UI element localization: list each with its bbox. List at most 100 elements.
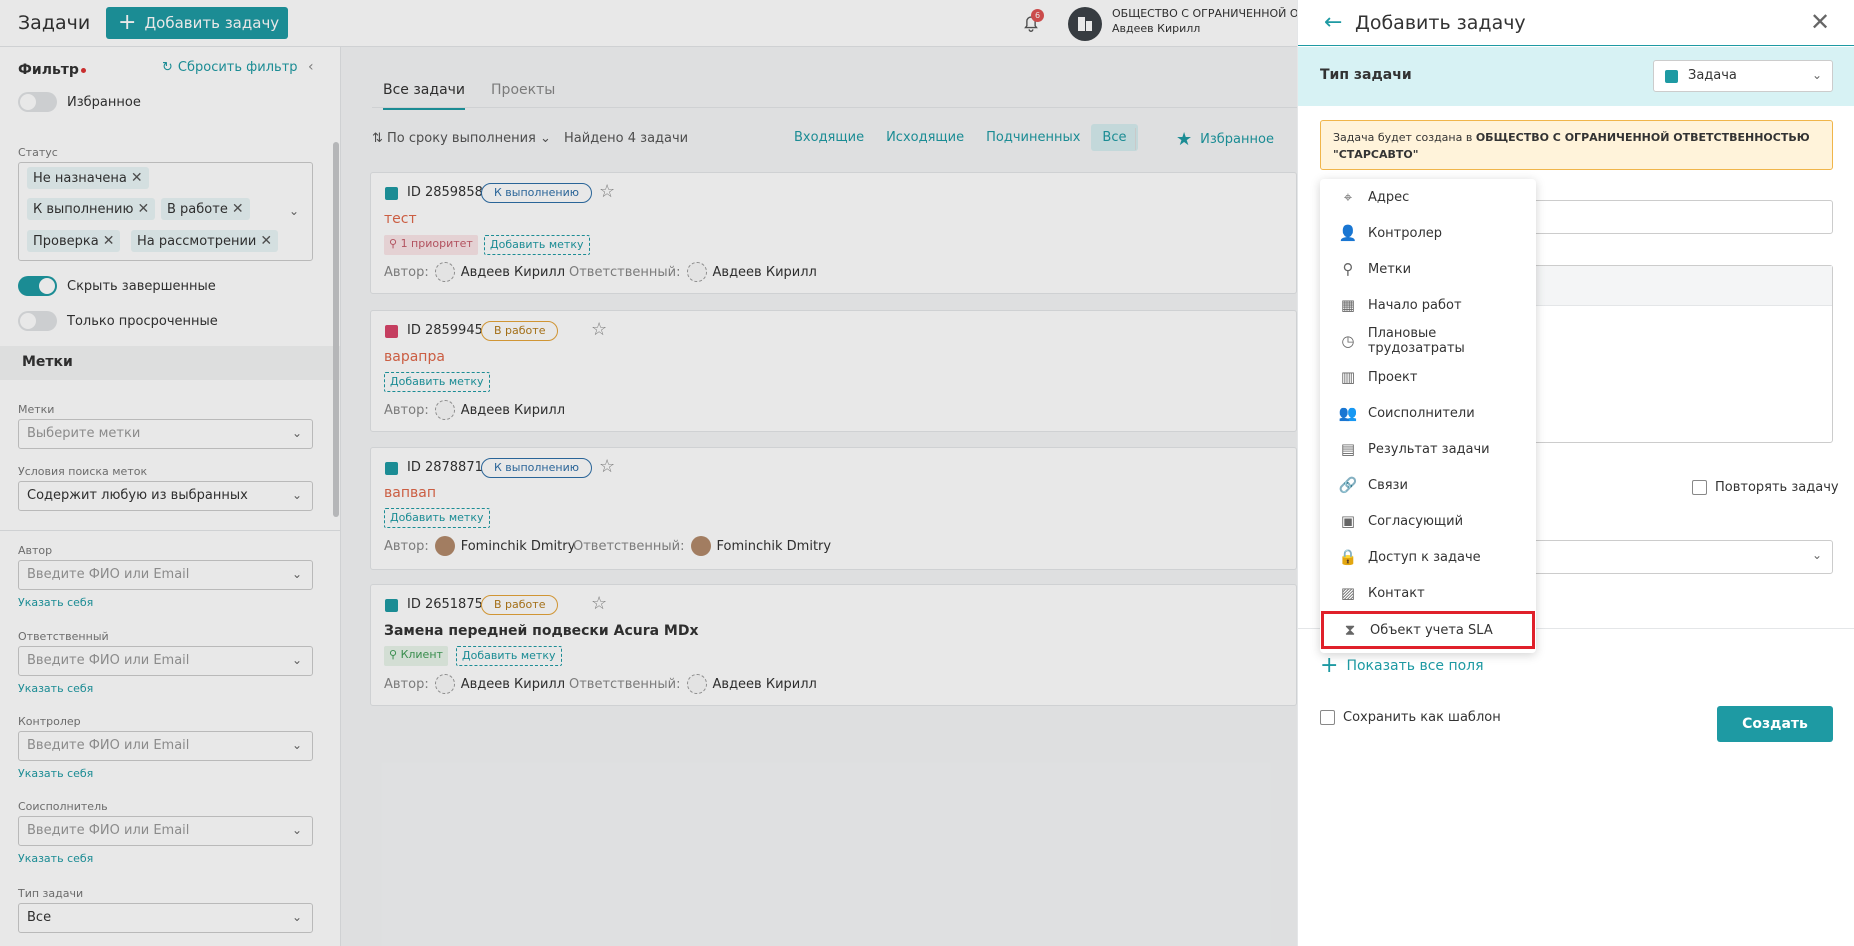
status-chip: На рассмотрении ✕	[131, 230, 279, 252]
favorites-toggle[interactable]	[18, 92, 57, 112]
add-tag-button[interactable]: Добавить метку	[384, 508, 490, 528]
menu-item-coexecutors[interactable]: 👥 Соисполнители	[1320, 395, 1536, 431]
star-icon[interactable]: ☆	[591, 593, 607, 614]
found-count: Найдено 4 задачи	[564, 131, 689, 146]
add-task-button[interactable]: + Добавить задачу	[106, 7, 288, 39]
menu-item-approver[interactable]: ▣ Согласующий	[1320, 503, 1536, 539]
add-tag-button[interactable]: Добавить метку	[484, 235, 590, 255]
reset-filter-link[interactable]: ↻ Сбросить фильтр	[162, 60, 298, 75]
sort-dropdown[interactable]: ⇅ По сроку выполнения ⌄	[372, 131, 551, 146]
status-badge: К выполнению	[481, 458, 592, 478]
save-template-checkbox[interactable]: Сохранить как шаблон	[1320, 710, 1501, 725]
segment-incoming[interactable]: Входящие	[783, 124, 875, 151]
checkbox[interactable]	[1692, 480, 1707, 495]
author-label: Автор	[18, 544, 53, 557]
tab-projects[interactable]: Проекты	[491, 82, 555, 110]
menu-item-sla-object[interactable]: ⧗ Объект учета SLA	[1321, 611, 1535, 649]
hide-done-toggle[interactable]	[18, 276, 57, 296]
star-icon[interactable]: ☆	[599, 181, 615, 202]
close-icon[interactable]: ✕	[232, 201, 244, 217]
task-type-label: Тип задачи	[1320, 67, 1412, 83]
responsible-select[interactable]: Введите ФИО или Email ⌄	[18, 646, 313, 676]
status-multiselect[interactable]: Не назначена ✕ К выполнению ✕ В работе ✕ Пр…	[18, 162, 313, 261]
menu-item-planned-effort[interactable]: ◷ Плановые трудозатраты	[1320, 323, 1536, 359]
task-id: ID 2859858	[407, 185, 483, 200]
menu-item-controller[interactable]: 👤 Контролер	[1320, 215, 1536, 251]
task-card[interactable]: ID 2859858 К выполнению ☆ тест ⚲ 1 приор…	[370, 172, 1297, 294]
menu-item-address[interactable]: ⌖ Адрес	[1320, 179, 1536, 215]
repeat-task-checkbox[interactable]: Повторять задачу	[1692, 480, 1839, 495]
controller-select[interactable]: Введите ФИО или Email ⌄	[18, 731, 313, 761]
task-type-select[interactable]: Задача ⌄	[1653, 60, 1833, 92]
menu-item-access[interactable]: 🔒 Доступ к задаче	[1320, 539, 1536, 575]
status-chip: К выполнению ✕	[27, 198, 156, 220]
checkbox[interactable]	[1320, 710, 1335, 725]
menu-item-result[interactable]: ▤ Результат задачи	[1320, 431, 1536, 467]
close-icon[interactable]: ✕	[137, 201, 149, 217]
author-select[interactable]: Введите ФИО или Email ⌄	[18, 560, 313, 590]
main-tabs: Все задачи Проекты	[383, 82, 555, 110]
status-chip: Проверка ✕	[27, 230, 121, 252]
menu-item-tags[interactable]: ⚲ Метки	[1320, 251, 1536, 287]
task-type-select[interactable]: Все ⌄	[18, 903, 313, 933]
menu-item-links[interactable]: 🔗 Связи	[1320, 467, 1536, 503]
create-button[interactable]: Создать	[1717, 706, 1833, 742]
task-id: ID 2878871	[407, 460, 483, 475]
task-card[interactable]: ID 2859945 В работе ☆ варапра Добавить м…	[370, 310, 1297, 432]
avatar	[434, 674, 455, 694]
filter-sidebar: Фильтр ↻ Сбросить фильтр ‹ Избранное Ста…	[0, 47, 341, 946]
hide-done-toggle-row[interactable]: Скрыть завершенные	[18, 276, 216, 296]
sidebar-scrollbar[interactable]	[333, 142, 339, 517]
close-icon[interactable]: ✕	[103, 233, 115, 249]
responsible-self-link[interactable]: Указать себя	[18, 682, 93, 695]
add-tag-button[interactable]: Добавить метку	[456, 646, 562, 666]
close-icon[interactable]: ✕	[131, 170, 143, 186]
chevron-down-icon[interactable]: ⌄	[289, 204, 299, 218]
coexecutor-self-link[interactable]: Указать себя	[18, 852, 93, 865]
coexecutor-select[interactable]: Введите ФИО или Email ⌄	[18, 816, 313, 846]
segment-outgoing[interactable]: Исходящие	[875, 124, 975, 151]
chevron-down-icon: ⌄	[1811, 68, 1822, 82]
task-name[interactable]: Замена передней подвески Acura MDx	[384, 623, 699, 639]
favorites-filter[interactable]: ★ Избранное	[1176, 129, 1274, 150]
task-author: Автор: Авдеев Кирилл	[384, 674, 565, 694]
segment-all[interactable]: Все	[1091, 124, 1138, 151]
panel-header: ← Добавить задачу ✕	[1298, 0, 1854, 46]
task-name[interactable]: тест	[384, 211, 417, 227]
author-self-link[interactable]: Указать себя	[18, 596, 93, 609]
org-avatar[interactable]	[1068, 7, 1102, 41]
task-card[interactable]: ID 2878871 К выполнению ☆ вапвап Добавит…	[370, 447, 1297, 570]
arrow-left-icon[interactable]: ←	[1324, 10, 1342, 35]
task-author: Автор: Авдеев Кирилл	[384, 400, 565, 420]
segment-subordinates[interactable]: Подчиненных	[975, 124, 1091, 151]
close-icon[interactable]: ✕	[260, 233, 272, 249]
add-tag-button[interactable]: Добавить метку	[384, 372, 490, 392]
star-icon[interactable]: ☆	[591, 319, 607, 340]
favorites-toggle-row[interactable]: Избранное	[18, 92, 141, 112]
chevron-down-icon: ⌄	[291, 567, 302, 581]
task-id: ID 2859945	[407, 323, 483, 338]
controller-self-link[interactable]: Указать себя	[18, 767, 93, 780]
task-id: ID 2651875	[407, 597, 483, 612]
status-label: Статус	[18, 146, 58, 159]
org-name: ОБЩЕСТВО С ОГРАНИЧЕННОЙ ОТВ	[1112, 7, 1297, 20]
task-name[interactable]: вапвап	[384, 485, 436, 501]
task-responsible: Ответственный: Авдеев Кирилл	[569, 262, 817, 282]
tab-all-tasks[interactable]: Все задачи	[383, 82, 466, 110]
calendar-icon: ▦	[1340, 296, 1356, 314]
show-all-fields-link[interactable]: + Показать все поля	[1320, 655, 1484, 677]
tag-condition-select[interactable]: Содержит любую из выбранных ⌄	[18, 481, 313, 511]
task-author: Автор: Авдеев Кирилл	[384, 262, 565, 282]
chevron-left-icon[interactable]: ‹	[308, 59, 314, 75]
menu-item-start-date[interactable]: ▦ Начало работ	[1320, 287, 1536, 323]
star-icon[interactable]: ☆	[599, 456, 615, 477]
tags-select[interactable]: Выберите метки ⌄	[18, 419, 313, 449]
task-name[interactable]: варапра	[384, 349, 445, 365]
menu-item-project[interactable]: ▥ Проект	[1320, 359, 1536, 395]
close-icon[interactable]: ✕	[1810, 8, 1830, 36]
overdue-toggle[interactable]	[18, 311, 57, 331]
map-pin-icon: ⌖	[1343, 188, 1353, 206]
menu-item-contact[interactable]: ▨ Контакт	[1320, 575, 1536, 611]
overdue-toggle-row[interactable]: Только просроченные	[18, 311, 218, 331]
task-card[interactable]: ID 2651875 В работе ☆ Замена передней по…	[370, 584, 1297, 706]
